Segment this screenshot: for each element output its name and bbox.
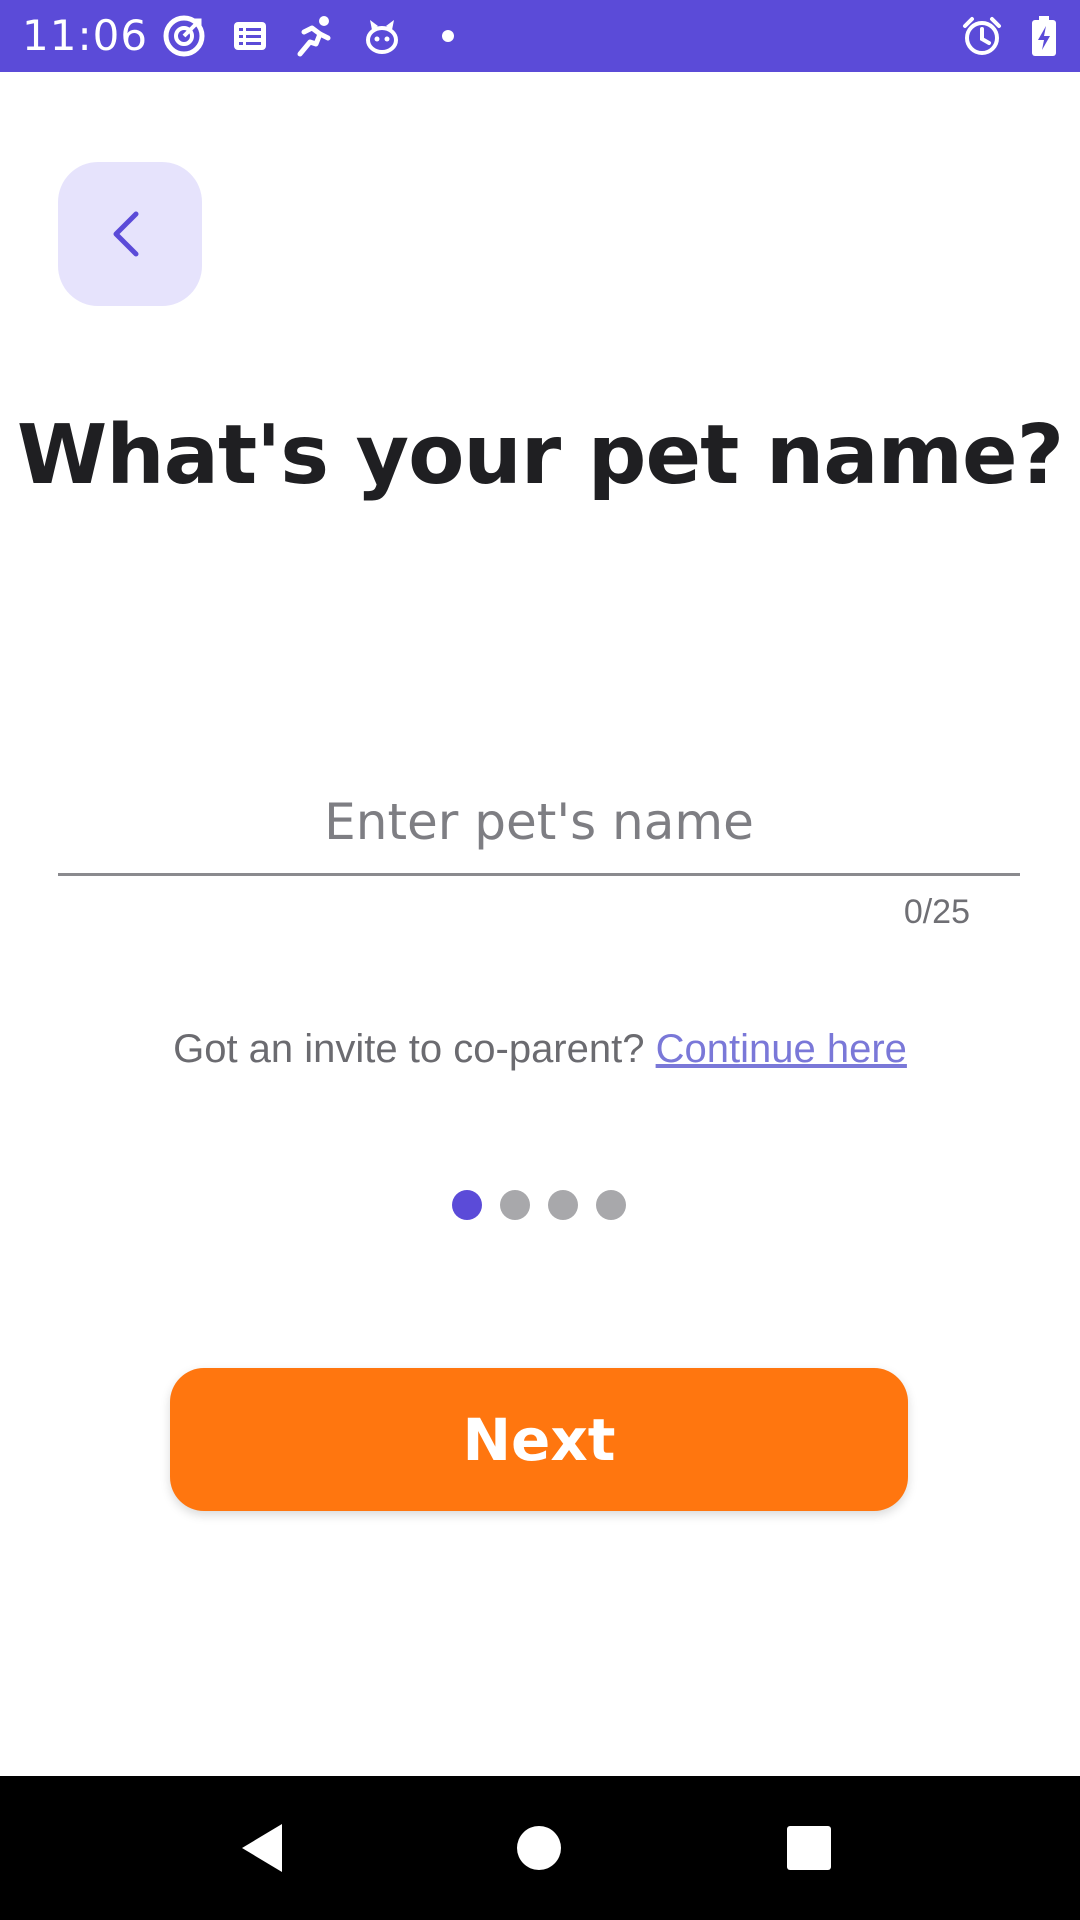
invite-link[interactable]: Continue here [656,1027,907,1071]
nav-home-button[interactable] [489,1798,589,1898]
home-circle-icon [517,1826,561,1870]
pet-name-input[interactable] [58,770,1020,876]
status-time: 11:06 [22,11,149,60]
target-app-icon [162,14,206,58]
alarm-icon [960,14,1004,58]
navigation-bar [0,1776,1080,1920]
battery-charging-icon [1022,14,1066,58]
status-bar: 11:06 [0,0,1080,72]
runner-app-icon [292,14,336,58]
page-title: What's your pet name? [16,408,1064,503]
page-dot-active [452,1190,482,1220]
back-triangle-icon [242,1824,282,1872]
page-indicator [0,1190,1080,1222]
back-button[interactable] [58,162,202,306]
page-dot [596,1190,626,1220]
next-button[interactable]: Next [170,1368,908,1511]
invite-prompt-text: Got an invite to co-parent? [173,1027,645,1071]
invite-row: Got an invite to co-parent? Continue her… [0,1024,1080,1074]
char-counter: 0/25 [903,893,970,931]
recents-square-icon [787,1826,831,1870]
screen: 11:06 What's your pet name? Enter pet's … [0,0,1080,1920]
page-dot [500,1190,530,1220]
chevron-left-icon [113,211,139,257]
nav-recents-button[interactable] [759,1798,859,1898]
notification-dot-icon [428,14,472,58]
pet-app-icon [360,14,404,58]
nav-back-button[interactable] [214,1798,314,1898]
page-dot [548,1190,578,1220]
list-app-icon [228,14,272,58]
